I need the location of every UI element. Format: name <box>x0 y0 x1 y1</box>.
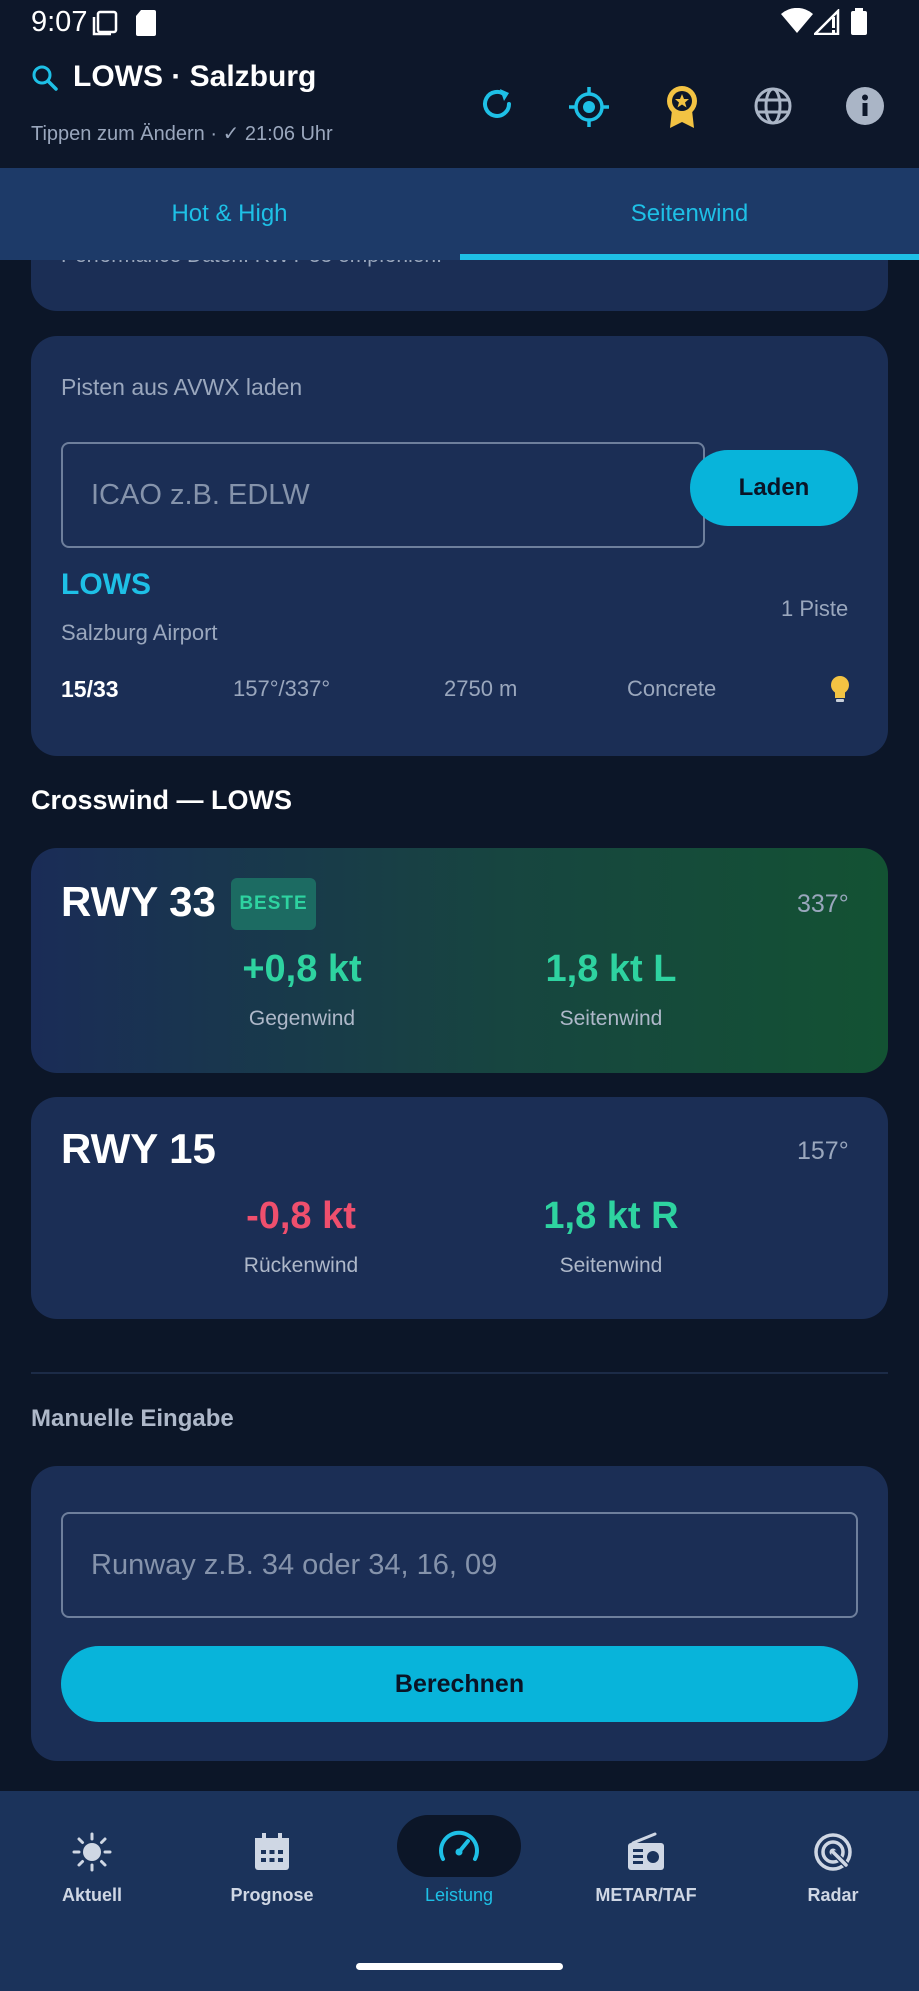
load-button[interactable]: Laden <box>690 450 858 526</box>
runway-count: 1 Piste <box>781 596 849 621</box>
manual-heading: Manuelle Eingabe <box>31 1405 234 1432</box>
headwind-label: Gegenwind <box>248 1007 356 1030</box>
sun-icon <box>71 1831 113 1877</box>
runway-card-33[interactable]: RWY 33 BESTE 337° +0,8 kt Gegenwind 1,8 … <box>31 848 888 1073</box>
battery-icon <box>850 8 868 40</box>
refresh-icon[interactable] <box>478 85 516 127</box>
section-divider <box>31 1372 888 1374</box>
runway-heading: 157° <box>797 1137 849 1165</box>
nav-leistung[interactable]: Leistung <box>367 1791 551 1941</box>
station-title[interactable]: LOWS · Salzburg <box>73 60 316 94</box>
station-subtitle[interactable]: Tippen zum Ändern · ✓ 21:06 Uhr <box>31 121 333 146</box>
calculate-button[interactable]: Berechnen <box>61 1646 858 1722</box>
award-icon[interactable] <box>662 84 702 134</box>
tab-hot-high-label[interactable]: Hot & High <box>0 168 459 260</box>
tailwind-label: Rückenwind <box>243 1254 359 1277</box>
bottom-navigation: Aktuell Prognose Leistung METAR/TAF Rada… <box>0 1791 919 1991</box>
headwind-value: +0,8 kt <box>242 948 362 990</box>
status-time: 9:07 <box>31 6 88 38</box>
manual-card: Berechnen <box>31 1466 888 1761</box>
runway-surface: Concrete <box>627 676 717 701</box>
globe-icon[interactable] <box>753 86 793 130</box>
tab-bar-bg: Hot & High Seitenwind <box>0 168 919 260</box>
radio-icon <box>625 1831 667 1877</box>
nav-label: METAR/TAF <box>595 1885 697 1905</box>
runway-name: RWY 33 <box>61 878 216 925</box>
sd-card-icon <box>135 9 157 41</box>
nav-aktuell[interactable]: Aktuell <box>0 1791 184 1941</box>
runway-row[interactable]: 15/33 157°/337° 2750 m Concrete <box>31 676 888 716</box>
info-icon[interactable] <box>845 86 885 130</box>
calendar-icon <box>252 1831 292 1877</box>
notification-icon <box>92 10 118 40</box>
best-badge: BESTE <box>231 878 316 930</box>
runway-input[interactable] <box>61 1512 858 1618</box>
nav-label: Prognose <box>230 1885 314 1905</box>
runway-designator: 15/33 <box>61 676 119 702</box>
search-icon[interactable] <box>31 64 59 96</box>
nav-prognose[interactable]: Prognose <box>180 1791 364 1941</box>
home-indicator[interactable] <box>356 1963 563 1970</box>
avwx-title: Pisten aus AVWX laden <box>61 374 303 400</box>
runway-headings: 157°/337° <box>233 676 331 701</box>
crosswind-label: Seitenwind <box>559 1254 663 1277</box>
nav-radar[interactable]: Radar <box>741 1791 919 1941</box>
crosswind-value: 1,8 kt R <box>543 1195 679 1237</box>
runway-name: RWY 15 <box>61 1125 216 1172</box>
runway-heading: 337° <box>797 890 849 918</box>
tab-seitenwind-label[interactable]: Seitenwind <box>460 168 919 260</box>
tailwind-value: -0,8 kt <box>246 1195 356 1237</box>
icao-input[interactable] <box>61 442 705 548</box>
runway-card-15[interactable]: RWY 15 157° -0,8 kt Rückenwind 1,8 kt R … <box>31 1097 888 1319</box>
signal-icon <box>811 7 840 39</box>
gauge-icon <box>437 1827 481 1871</box>
crosswind-heading: Crosswind — LOWS <box>31 785 293 815</box>
airport-name: Salzburg Airport <box>61 620 218 645</box>
runway-length: 2750 m <box>444 676 518 701</box>
avwx-card: Pisten aus AVWX laden Laden LOWS Salzbur… <box>31 336 888 756</box>
wifi-icon <box>780 7 814 38</box>
location-icon[interactable] <box>567 85 611 133</box>
crosswind-label: Seitenwind <box>559 1007 663 1030</box>
nav-label: Radar <box>807 1885 859 1905</box>
airport-code: LOWS <box>61 568 151 601</box>
crosswind-value: 1,8 kt L <box>545 948 677 990</box>
nav-label: Aktuell <box>61 1885 122 1905</box>
nav-label: Leistung <box>424 1885 494 1905</box>
lightbulb-icon <box>829 674 851 708</box>
tab-indicator <box>460 254 919 260</box>
nav-metar-taf[interactable]: METAR/TAF <box>554 1791 738 1941</box>
radar-icon <box>812 1831 854 1877</box>
